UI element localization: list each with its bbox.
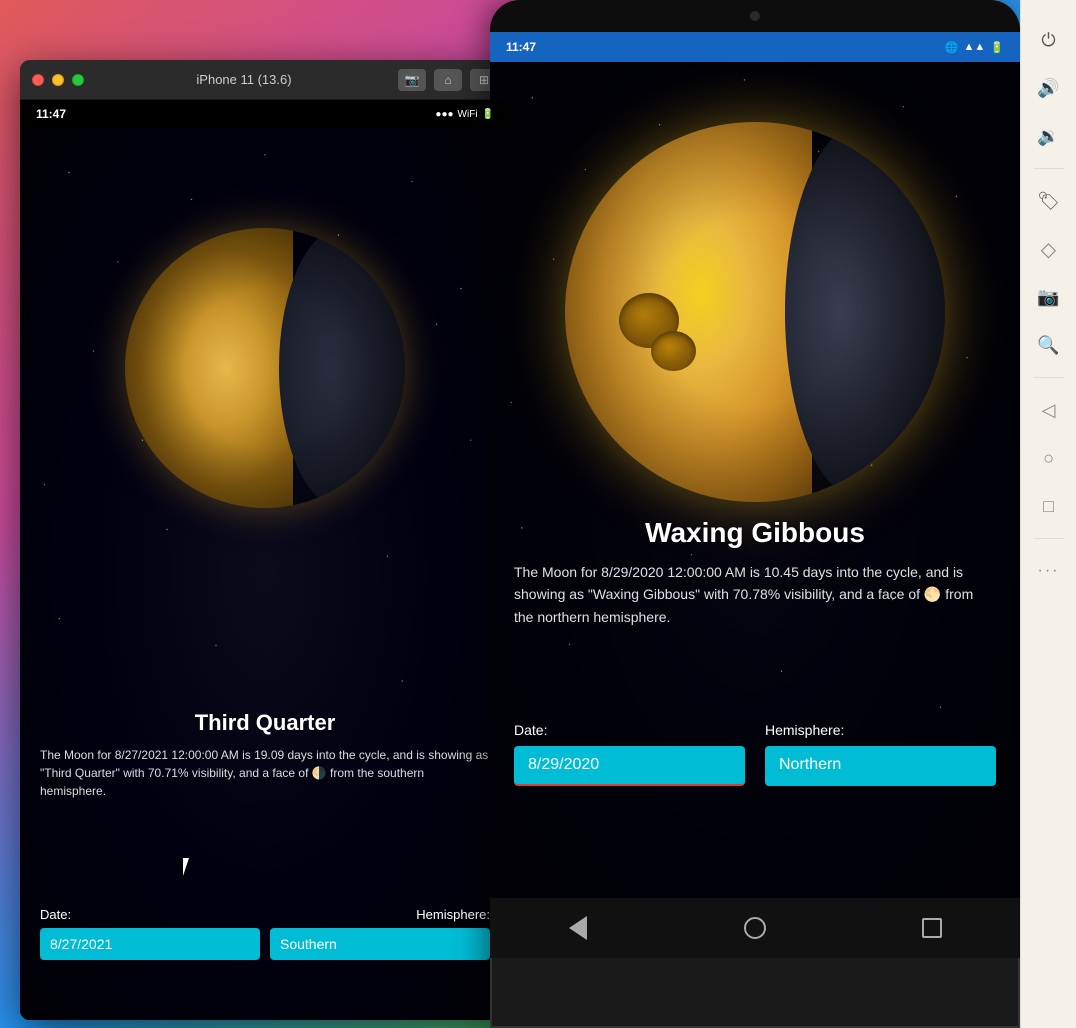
ios-form-section: Date: Hemisphere: 8/27/2021 Southern xyxy=(20,907,510,960)
minimize-button[interactable] xyxy=(52,74,64,86)
back-triangle-icon xyxy=(569,916,587,940)
ios-moon-overlay xyxy=(125,228,405,508)
ios-form-labels: Date: Hemisphere: xyxy=(40,907,490,922)
more-icon: ··· xyxy=(1038,562,1060,580)
android-camera-dot xyxy=(750,11,760,21)
android-back-button[interactable] xyxy=(558,908,598,948)
ios-hemisphere-input[interactable]: Southern xyxy=(270,928,490,960)
circle-nav-button[interactable]: ○ xyxy=(1029,438,1069,478)
ios-moon-description: The Moon for 8/27/2021 12:00:00 AM is 19… xyxy=(40,746,490,800)
power-button[interactable]: ⏻ xyxy=(1029,20,1069,60)
simulator-controls: 📷 ⌂ ⊞ xyxy=(398,69,498,91)
ios-date-input[interactable]: 8/27/2021 xyxy=(40,928,260,960)
ios-simulator: iPhone 11 (13.6) 📷 ⌂ ⊞ 11:47 ●●● WiFi 🔋 xyxy=(20,60,510,1020)
ios-moon-phase-title: Third Quarter xyxy=(40,710,490,736)
android-battery-icon: 🔋 xyxy=(990,41,1004,54)
recents-square-icon xyxy=(922,918,942,938)
android-form-labels: Date: Hemisphere: xyxy=(514,722,996,738)
android-hemisphere-input[interactable]: Northern xyxy=(765,746,996,786)
android-hemisphere-label: Hemisphere: xyxy=(765,722,996,738)
ios-phone-frame: 11:47 ●●● WiFi 🔋 Third Quarter The Moon … xyxy=(20,100,510,1020)
android-form-inputs: 8/29/2020 Northern xyxy=(514,746,996,786)
ios-form-inputs: 8/27/2021 Southern xyxy=(40,928,490,960)
ios-titlebar: iPhone 11 (13.6) 📷 ⌂ ⊞ xyxy=(20,60,510,100)
android-form-section: Date: Hemisphere: 8/29/2020 Northern xyxy=(490,722,1020,786)
android-time: 11:47 xyxy=(506,40,536,54)
android-date-label: Date: xyxy=(514,722,745,738)
android-bottom-nav xyxy=(490,898,1020,958)
volume-up-icon: 🔊 xyxy=(1037,78,1059,99)
toolbar-divider-3 xyxy=(1034,538,1064,539)
simulator-title: iPhone 11 (13.6) xyxy=(98,72,390,87)
ios-app-content: Third Quarter The Moon for 8/27/2021 12:… xyxy=(20,128,510,1020)
circle-nav-icon: ○ xyxy=(1043,448,1054,469)
ios-signal-icon: ●●● xyxy=(435,109,453,120)
volume-up-button[interactable]: 🔊 xyxy=(1029,68,1069,108)
close-button[interactable] xyxy=(32,74,44,86)
android-moon-description: The Moon for 8/29/2020 12:00:00 AM is 10… xyxy=(514,561,996,628)
square-nav-button[interactable]: □ xyxy=(1029,486,1069,526)
android-moon xyxy=(565,122,945,502)
android-recents-button[interactable] xyxy=(912,908,952,948)
android-text-section: Waxing Gibbous The Moon for 8/29/2020 12… xyxy=(490,517,1020,628)
eraser-icon: ◇ xyxy=(1041,237,1056,262)
android-date-input[interactable]: 8/29/2020 xyxy=(514,746,745,786)
ios-time: 11:47 xyxy=(36,107,66,121)
android-moon-phase-title: Waxing Gibbous xyxy=(514,517,996,549)
home-circle-icon xyxy=(744,917,766,939)
tag-button[interactable]: 🏷 xyxy=(1029,181,1069,221)
zoom-icon: 🔍 xyxy=(1037,335,1059,356)
ios-moon xyxy=(125,228,405,508)
back-nav-icon: ◁ xyxy=(1042,400,1056,421)
more-button[interactable]: ··· xyxy=(1029,551,1069,591)
eraser-button[interactable]: ◇ xyxy=(1029,229,1069,269)
camera-icon: 📷 xyxy=(1037,287,1059,308)
ios-status-bar: 11:47 ●●● WiFi 🔋 xyxy=(20,100,510,128)
volume-down-icon: 🔉 xyxy=(1037,126,1059,147)
screenshot-button[interactable]: 📷 xyxy=(398,69,426,91)
power-icon: ⏻ xyxy=(1041,30,1055,51)
android-status-icons: 🌐 ▲▲ 🔋 xyxy=(945,41,1004,54)
android-home-button[interactable] xyxy=(735,908,775,948)
home-button[interactable]: ⌂ xyxy=(434,69,462,91)
ios-text-section: Third Quarter The Moon for 8/27/2021 12:… xyxy=(20,710,510,800)
android-signal-icon: ▲▲ xyxy=(964,41,986,53)
ios-date-label: Date: xyxy=(40,907,71,922)
ios-wifi-icon: WiFi xyxy=(458,109,478,120)
android-device: 11:47 🌐 ▲▲ 🔋 Waxing Gibbous The xyxy=(490,0,1020,1028)
square-nav-icon: □ xyxy=(1043,496,1054,517)
android-status-bar: 11:47 🌐 ▲▲ 🔋 xyxy=(490,32,1020,62)
tag-icon: 🏷 xyxy=(1037,191,1060,212)
ios-battery-icon: 🔋 xyxy=(482,109,494,120)
zoom-button[interactable]: 🔍 xyxy=(1029,325,1069,365)
ios-notch xyxy=(205,100,325,120)
ios-status-icons: ●●● WiFi 🔋 xyxy=(435,109,494,120)
back-nav-button[interactable]: ◁ xyxy=(1029,390,1069,430)
android-app-content: Waxing Gibbous The Moon for 8/29/2020 12… xyxy=(490,62,1020,958)
toolbar-divider-2 xyxy=(1034,377,1064,378)
toolbar-divider-1 xyxy=(1034,168,1064,169)
android-top-bezel xyxy=(490,0,1020,32)
ios-hemisphere-label: Hemisphere: xyxy=(416,907,490,922)
maximize-button[interactable] xyxy=(72,74,84,86)
side-toolbar: ⏻ 🔊 🔉 🏷 ◇ 📷 🔍 ◁ ○ □ ··· xyxy=(1020,0,1076,1028)
android-moon-overlay xyxy=(565,122,945,502)
camera-button[interactable]: 📷 xyxy=(1029,277,1069,317)
android-wifi-icon: 🌐 xyxy=(945,41,959,54)
volume-down-button[interactable]: 🔉 xyxy=(1029,116,1069,156)
android-moon-sphere xyxy=(565,122,945,502)
